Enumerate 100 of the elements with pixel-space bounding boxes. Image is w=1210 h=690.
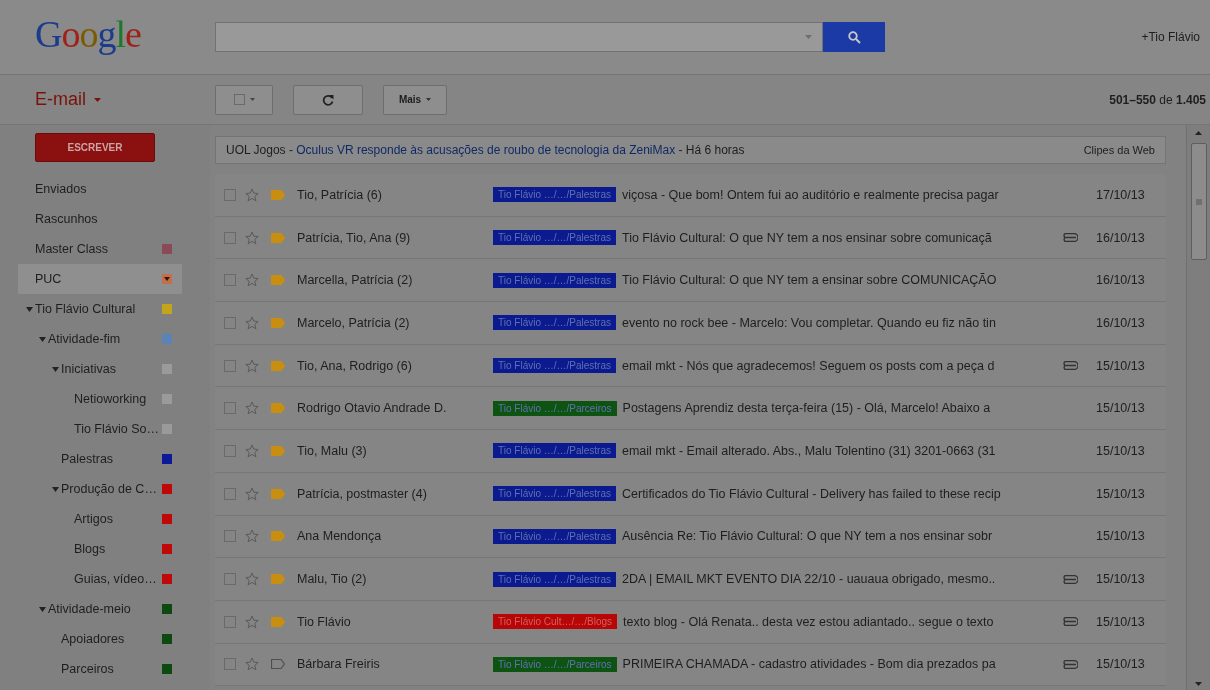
message-date: 15/10/13 <box>1096 401 1146 416</box>
expand-caret-icon <box>26 306 33 312</box>
refresh-button[interactable] <box>293 84 363 115</box>
checkbox[interactable] <box>224 188 236 201</box>
search-field[interactable] <box>215 22 823 52</box>
refresh-icon <box>322 93 334 106</box>
label-item[interactable]: Atividade-fim <box>18 324 182 354</box>
label-tag[interactable]: Tio Flávio …/…/Palestras <box>493 528 616 544</box>
subject-snippet: Postagens Aprendiz desta terça-feira (15) - Olá, Marcelo! Abaixo a <box>622 401 992 416</box>
checkbox[interactable] <box>224 487 236 500</box>
checkbox[interactable] <box>224 658 236 671</box>
message-date: 15/10/13 <box>1096 486 1146 501</box>
label-item[interactable]: Artigos <box>18 504 182 534</box>
subject-snippet: evento no rock bee - Marcelo: Vou completar. Quando eu fiz não tin <box>622 315 997 330</box>
message-date: 15/10/13 <box>1096 572 1146 587</box>
sender-name: Malu, Tio (2) <box>297 572 368 587</box>
checkbox[interactable] <box>224 573 236 586</box>
subject-snippet: texto blog - Olá Renata.. desta vez estou adiantado.. segue o texto <box>623 614 995 629</box>
sender-name: Tio, Ana, Rodrigo (6) <box>297 358 413 373</box>
message-date: 15/10/13 <box>1096 358 1146 373</box>
checkbox[interactable] <box>224 615 236 628</box>
grip-icon <box>1195 198 1202 205</box>
subject-snippet: email mkt - Email alterado. Abs., Malu Tolentino (31) 3201-0663 (31 <box>622 443 997 458</box>
label-tag[interactable]: Tio Flávio …/…/Palestras <box>493 486 616 502</box>
sender-name: Tio, Malu (3) <box>297 443 368 458</box>
sender-name: Bárbara Freiris <box>297 657 381 672</box>
label-item[interactable]: Blogs <box>18 534 182 564</box>
caret-icon <box>94 97 101 102</box>
dropdown-arrow-icon <box>805 35 812 39</box>
label-item[interactable]: Tio Flávio Cultural <box>18 294 182 324</box>
label-item[interactable]: Enviados <box>18 174 182 204</box>
sender-name: Ana Mendonça <box>297 529 383 544</box>
expand-caret-icon <box>39 336 46 342</box>
label-tag[interactable]: Tio Flávio …/…/Palestras <box>493 230 616 246</box>
label-item[interactable]: Apoiadores <box>18 624 182 654</box>
checkbox[interactable] <box>224 359 236 372</box>
headline-link[interactable]: Oculus VR responde às acusações de roubo de tecnologia da ZeniMax <box>296 143 676 157</box>
checkbox[interactable] <box>224 530 236 543</box>
label-item[interactable]: Guias, vídeo… <box>18 564 182 594</box>
label-item[interactable]: PUC <box>18 264 182 294</box>
subject-snippet: Tio Flávio Cultural: O que NY tem a nos ensinar sobre comunicaçã <box>622 230 993 245</box>
subject-snippet: Certificados do Tio Flávio Cultural - Delivery has failed to these recip <box>622 486 1002 501</box>
scroll-down-icon <box>1195 682 1202 686</box>
checkbox[interactable] <box>224 316 236 329</box>
subject-snippet: 2DA | EMAIL MKT EVENTO DIA 22/10 - uauaua obrigado, mesmo.. <box>622 572 997 587</box>
expand-caret-icon <box>39 606 46 612</box>
label-item[interactable]: Tio Flávio So… <box>18 414 182 444</box>
scroll-up-icon <box>1195 131 1202 135</box>
scrollbar-thumb[interactable] <box>1190 143 1207 260</box>
subject-snippet: viçosa - Que bom! Ontem fui ao auditório e realmente precisa pagar <box>622 187 1000 202</box>
message-date: 16/10/13 <box>1096 273 1146 288</box>
sender-name: Marcella, Patrícia (2) <box>297 273 414 288</box>
checkbox[interactable] <box>224 402 236 415</box>
expand-caret-icon <box>52 486 59 492</box>
pagination-text: 501–550 de 1.405 <box>1109 92 1206 107</box>
select-button[interactable] <box>215 84 273 115</box>
checkbox-icon <box>233 94 245 105</box>
message-date: 15/10/13 <box>1096 657 1146 672</box>
checkbox[interactable] <box>224 231 236 244</box>
caret-icon <box>249 98 255 101</box>
account-link[interactable]: +Tio Flávio <box>1141 30 1200 44</box>
label-tag[interactable]: Tio Flávio …/…/Palestras <box>493 187 616 203</box>
label-tag[interactable]: Tio Flávio …/…/Palestras <box>493 571 616 587</box>
search-button[interactable] <box>823 22 885 52</box>
label-item[interactable]: Palestras <box>18 444 182 474</box>
sender-name: Patrícia, postmaster (4) <box>297 486 428 501</box>
label-item[interactable]: Rascunhos <box>18 204 182 234</box>
checkbox[interactable] <box>224 274 236 287</box>
sender-name: Tio Flávio <box>297 614 352 629</box>
label-item[interactable]: Produção de C… <box>18 474 182 504</box>
compose-button[interactable]: ESCREVER <box>35 133 155 162</box>
label-tag[interactable]: Tio Flávio …/…/Palestras <box>493 443 616 459</box>
label-item[interactable]: Master Class <box>18 234 182 264</box>
label-tag[interactable]: Tio Flávio …/…/Palestras <box>493 272 616 288</box>
sender-name: Rodrigo Otavio Andrade D. <box>297 401 448 416</box>
email-menu[interactable]: E-mail <box>35 89 215 110</box>
message-date: 15/10/13 <box>1096 529 1146 544</box>
subject-snippet: Ausência Re: Tio Flávio Cultural: O que NY tem a nos ensinar sobr <box>622 529 994 544</box>
google-logo: Google <box>35 12 142 56</box>
label-item[interactable]: Parceiros <box>18 654 182 684</box>
sender-name: Tio, Patrícia (6) <box>297 187 383 202</box>
checkbox[interactable] <box>224 444 236 457</box>
message-date: 15/10/13 <box>1096 614 1146 629</box>
more-button[interactable]: Mais <box>383 84 447 115</box>
sender-name: Patrícia, Tio, Ana (9) <box>297 230 412 245</box>
subject-snippet: PRIMEIRA CHAMADA - cadastro atividades - Bom dia prezados pa <box>622 657 997 672</box>
message-date: 16/10/13 <box>1096 230 1146 245</box>
web-clip-text: UOL Jogos - Oculus VR responde às acusações de roubo de tecnologia da ZeniMax - Há 6 horas <box>226 143 745 157</box>
web-clips-link[interactable]: Clipes da Web <box>1083 144 1155 156</box>
subject-snippet: Tio Flávio Cultural: O que NY tem a ensinar sobre COMUNICAÇÃO <box>622 273 998 288</box>
label-item[interactable]: Netioworking <box>18 384 182 414</box>
message-date: 16/10/13 <box>1096 315 1146 330</box>
caret-icon <box>426 98 432 101</box>
label-item[interactable]: Atividade-meio <box>18 594 182 624</box>
label-tag[interactable]: Tio Flávio …/…/Palestras <box>493 315 616 331</box>
subject-snippet: email mkt - Nós que agradecemos! Seguem os posts com a peça d <box>622 358 996 373</box>
message-date: 15/10/13 <box>1096 443 1146 458</box>
label-item[interactable]: Iniciativas <box>18 354 182 384</box>
label-tag[interactable]: Tio Flávio …/…/Palestras <box>493 358 616 374</box>
expand-caret-icon <box>52 366 59 372</box>
